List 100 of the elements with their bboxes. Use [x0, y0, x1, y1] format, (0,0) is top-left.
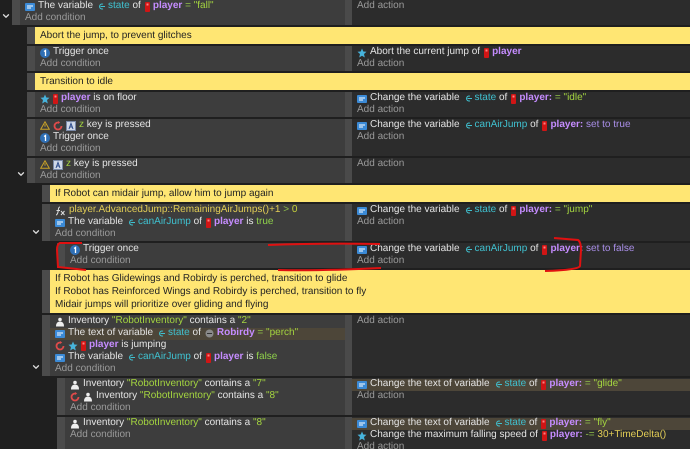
event-handle[interactable]	[42, 204, 50, 241]
action-text[interactable]: player: = "idle"	[519, 92, 586, 105]
action-text[interactable]: canAirJump of	[474, 243, 538, 256]
action-text[interactable]: Change the variable	[370, 92, 460, 105]
event-handle[interactable]	[57, 378, 65, 415]
add-condition-link[interactable]: Add condition	[40, 143, 101, 156]
action-text[interactable]: player	[492, 46, 522, 59]
key-icon	[53, 160, 63, 170]
condition-text[interactable]: The variable	[68, 351, 124, 364]
condition-text[interactable]: Inventory "RobotInventory" contains a "2"	[68, 315, 251, 328]
comment-bar[interactable]: Transition to idle	[35, 73, 690, 90]
condition-text[interactable]: z key is pressed	[79, 119, 151, 132]
variable-icon	[494, 420, 502, 427]
function-icon	[55, 206, 66, 216]
action-text[interactable]: canAirJump of	[474, 119, 538, 132]
condition-text[interactable]: state of	[108, 0, 141, 13]
add-action-link[interactable]: Add action	[357, 390, 404, 403]
condition-text[interactable]: Robirdy = "perch"	[216, 327, 298, 340]
collapse-chevron-icon[interactable]	[1, 11, 11, 21]
object-icon	[484, 48, 490, 58]
add-action-link[interactable]: Add action	[357, 441, 404, 449]
action-text[interactable]: Change the text of variable	[370, 378, 490, 391]
condition-text[interactable]: canAirJump of	[138, 351, 202, 364]
add-condition-link[interactable]: Add condition	[40, 170, 101, 183]
condition-text[interactable]: player is jumping	[89, 339, 166, 352]
event-handle[interactable]	[27, 73, 35, 90]
condition-text[interactable]: The text of variable	[68, 327, 154, 340]
figure-icon	[68, 340, 78, 350]
add-condition-link[interactable]: Add condition	[70, 402, 131, 415]
action-text[interactable]: player: = "jump"	[519, 204, 592, 217]
action-text[interactable]: Change the text of variable	[370, 417, 490, 430]
variable-icon	[157, 330, 166, 337]
action-text[interactable]: player: -= 30+TimeDelta()	[550, 429, 666, 442]
action-text[interactable]: player: = "fly"	[549, 417, 611, 430]
object-icon	[542, 244, 548, 254]
add-action-link[interactable]: Add action	[357, 158, 404, 171]
add-condition-link[interactable]: Add condition	[55, 363, 116, 376]
add-action-link[interactable]: Add action	[357, 131, 404, 144]
object-icon	[511, 94, 516, 104]
condition-text[interactable]: Inventory "RobotInventory" contains a "8"	[96, 390, 279, 403]
condition-text[interactable]: Inventory "RobotInventory" contains a "7"	[83, 378, 266, 391]
event-handle[interactable]	[27, 46, 35, 71]
condition-text[interactable]: The variable	[38, 0, 94, 13]
comment-bar[interactable]: If Robot has Glidewings and Robirdy is perched, transition to glide If Robot has Reinforced Wings and Robirdy is perched, transition to fly Midair jumps will prioritize over gliding and flying	[50, 270, 690, 313]
condition-text[interactable]: player = "fall"	[152, 0, 214, 13]
condition-text[interactable]: player.AdvancedJump::RemainingAirJumps()+1 > 0	[69, 204, 298, 217]
collapse-chevron-icon[interactable]	[31, 227, 41, 237]
event-handle[interactable]	[42, 315, 50, 376]
action-text[interactable]: Change the variable	[370, 204, 460, 217]
collapse-chevron-icon[interactable]	[16, 169, 26, 179]
event-handle[interactable]	[27, 158, 35, 183]
add-condition-link[interactable]: Add condition	[25, 12, 86, 25]
event-handle[interactable]	[57, 417, 65, 449]
action-text[interactable]: Change the variable	[370, 119, 460, 132]
add-condition-link[interactable]: Add condition	[70, 255, 131, 268]
action-text[interactable]: Change the maximum falling speed of	[370, 429, 538, 442]
event-handle[interactable]	[27, 119, 35, 156]
collapse-chevron-icon[interactable]	[31, 362, 41, 372]
condition-text[interactable]: player is on floor	[61, 92, 137, 105]
add-action-link[interactable]: Add action	[357, 216, 404, 229]
event-handle[interactable]	[12, 0, 20, 25]
bag-icon	[70, 380, 80, 390]
add-action-link[interactable]: Add action	[357, 0, 404, 13]
add-action-link[interactable]: Add action	[357, 58, 404, 71]
condition-text[interactable]: state of	[168, 327, 201, 340]
condition-text[interactable]: The variable	[68, 216, 124, 229]
action-text[interactable]: state of	[504, 378, 538, 391]
action-text[interactable]: state of	[474, 92, 508, 105]
variable-icon	[55, 218, 65, 226]
condition-text[interactable]: Inventory "RobotInventory" contains a "8"	[83, 417, 266, 430]
action-text[interactable]: state of	[474, 204, 508, 217]
comment-bar[interactable]: Abort the jump, to prevent glitches	[35, 27, 690, 44]
add-action-link[interactable]: Add action	[357, 315, 404, 328]
condition-text[interactable]: player is false	[214, 351, 278, 364]
comment-text: Transition to idle	[40, 75, 114, 88]
condition-text[interactable]: Trigger once	[53, 131, 109, 144]
variable-icon	[464, 207, 472, 214]
condition-text[interactable]: Trigger once	[53, 46, 109, 59]
event-handle[interactable]	[27, 92, 35, 117]
condition-text[interactable]: Trigger once	[83, 243, 139, 256]
add-action-link[interactable]: Add action	[357, 255, 404, 268]
condition-text[interactable]: canAirJump of	[138, 216, 202, 229]
action-text[interactable]: player: set to true	[550, 119, 630, 132]
add-condition-link[interactable]: Add condition	[40, 104, 101, 117]
event-handle[interactable]	[42, 185, 50, 202]
add-action-link[interactable]: Add action	[357, 104, 404, 117]
action-text[interactable]: Abort the current jump of	[370, 46, 480, 59]
bag-icon	[70, 418, 80, 428]
add-condition-link[interactable]: Add condition	[55, 228, 116, 241]
comment-bar[interactable]: If Robot can midair jump, allow him to jump again	[50, 185, 690, 202]
event-handle[interactable]	[27, 27, 35, 44]
add-condition-link[interactable]: Add condition	[40, 58, 101, 71]
key-icon	[66, 120, 76, 130]
condition-text[interactable]: z key is pressed	[66, 158, 138, 171]
add-condition-link[interactable]: Add condition	[70, 429, 131, 442]
action-text[interactable]: player: = "glide"	[549, 378, 622, 391]
action-text[interactable]: state of	[504, 417, 538, 430]
event-handle[interactable]	[42, 270, 50, 313]
action-text[interactable]: Change the variable	[370, 243, 460, 256]
condition-text[interactable]: player is true	[214, 216, 274, 229]
